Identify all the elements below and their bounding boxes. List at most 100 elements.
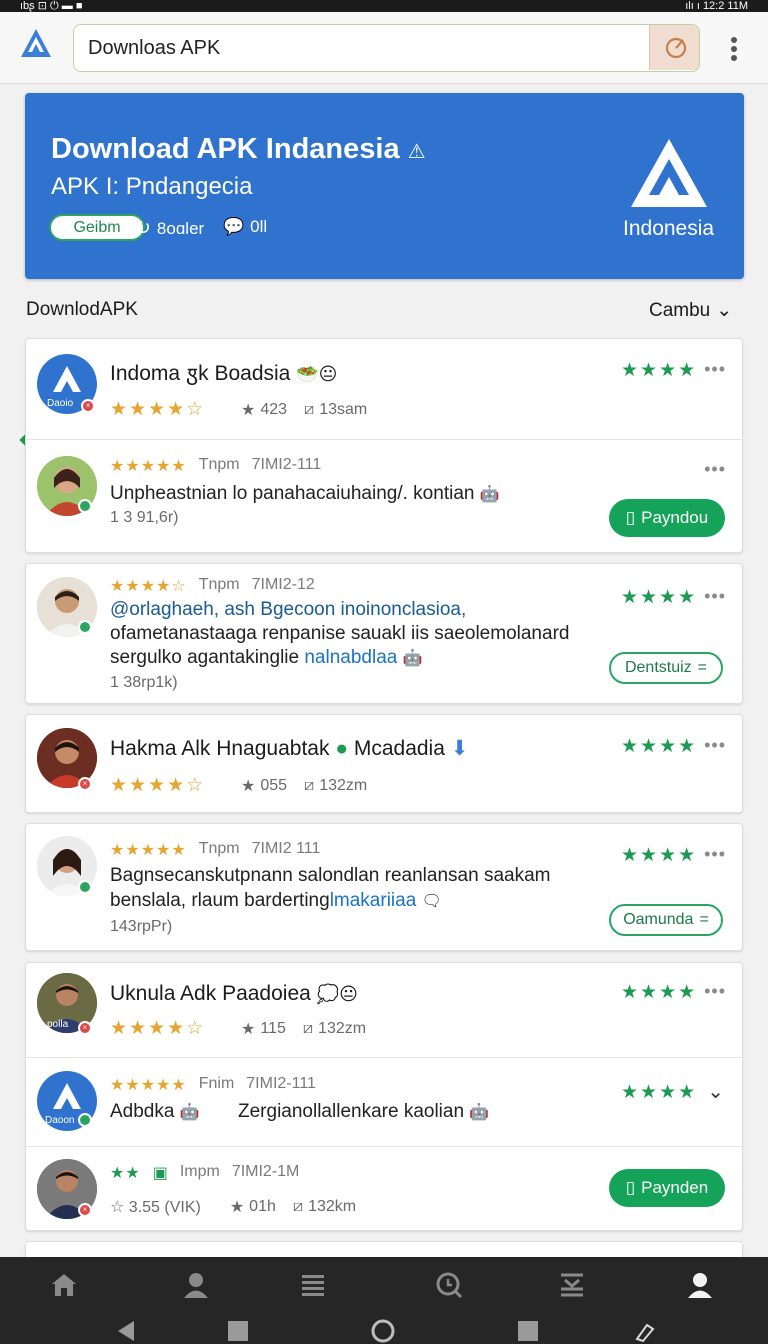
review-line-3: sergulko agantakinglie nalnabdlaa 🤖 [110,645,423,671]
hero-subtitle: APK I: Pndangecia [51,173,253,200]
app-title[interactable]: Hakma Alk Hnaguabtak ● Mcadadia ⬇ [110,736,468,761]
review-line-2: benslala, rlaum bardertinglmakariiaa 🗨 [110,888,442,914]
review-sub: 143rpPr) [110,918,173,935]
download-size-icon: ⧄ [304,401,315,418]
warning-emoji-icon: ⚠ [407,141,426,163]
app-logo-icon[interactable] [18,26,54,62]
status-left: ıbʂ ⊡ ⏻ ▬ ■ [20,0,83,12]
rotate-icon[interactable] [633,1319,657,1343]
badge-icon: ✓ [78,620,92,634]
status-right: ılı ı 12:2 11M [685,0,748,12]
home-circle-icon[interactable] [371,1319,395,1343]
square-icon[interactable] [226,1319,250,1343]
hero-country: Indonesia [623,217,715,240]
details-button-label: Oamunda [623,911,694,928]
profile-icon[interactable] [180,1269,212,1301]
review-author: Impm [179,1163,220,1180]
more-options-icon[interactable] [730,36,738,62]
status-bar: ıbʂ ⊡ ⏻ ▬ ■ ılı ı 12:2 11M [0,0,768,12]
recents-icon[interactable] [516,1319,540,1343]
more-options-icon[interactable]: ••• [704,359,726,380]
download-button[interactable]: ▯ Payndou [609,499,725,537]
hero-banner[interactable]: Download APK Indanesia ⚠ APK I: Pndangec… [25,93,744,279]
emoji-icon: 🗨 [421,893,442,910]
hero-title: Download APK Indanesia ⚠ [51,133,426,166]
search-button[interactable] [649,25,699,70]
review-stars: ★★★★★ [110,458,187,475]
review-stars: ★★★★★ [110,842,187,859]
download-size-icon: ⧄ [304,777,315,794]
download-icon: ▯ [625,1178,636,1197]
review-link[interactable]: lmakariiaa [330,890,417,911]
badge-icon: × [81,399,95,413]
more-options-icon[interactable]: ••• [704,735,726,756]
more-options-icon[interactable]: ••• [704,981,726,1002]
search-bar[interactable]: Downloas APK [73,24,700,72]
badge-icon: ✓ [78,499,92,513]
chat-bubble-icon: 💬 [223,217,245,236]
review-header: ★★★★☆ Tnpm 7IMI2-12 [110,576,315,596]
hero-meta-1-text: 8oɑler [156,218,205,238]
app-card[interactable]: Daoio × Indoma ꟑk Boadsia 🥗😐 ★★★★☆ ★ 423 … [25,338,743,553]
chevron-down-icon[interactable]: ⌄ [707,1079,724,1104]
star-icon: ★ [241,402,256,419]
hero-meta-2-text: 0ll [250,217,268,236]
search-icon[interactable] [433,1269,465,1301]
download-icon: ▯ [625,508,636,527]
back-icon[interactable] [114,1319,138,1343]
download-button-label: Paynden [641,1178,709,1197]
review-text: Adbdka 🤖 [110,1099,200,1125]
app-title[interactable]: Indoma ꟑk Boadsia 🥗😐 [110,359,337,387]
downloads-icon[interactable] [556,1269,588,1301]
menu-lines-icon: = [699,911,709,928]
review-line-2-text: benslala, rlaum barderting [110,890,330,911]
download-button-label: Payndou [641,508,709,527]
star-icon: ★ [229,1199,245,1216]
review-date: 7IMI2-1M [231,1163,300,1180]
review-text-2-content: Zergianollallenkare kaolian [238,1101,465,1122]
more-options-icon[interactable]: ••• [704,586,726,607]
app-card[interactable]: × Hakma Alk Hnaguabtak ● Mcadadia ⬇ ★★★★… [25,714,743,813]
calendar-icon: ▣ [152,1165,168,1182]
rating-count: ★ 423 ⧄ 13sam [241,400,367,420]
review-card[interactable]: ✓ ★★★★☆ Tnpm 7IMI2-12 ★★★★ ••• @orlaghae… [25,563,743,704]
app-title[interactable]: Uknula Adk Paadoiea 💭😐 [110,982,358,1006]
list-icon[interactable] [297,1269,329,1301]
app-card[interactable]: polla × Uknula Adk Paadoiea 💭😐 ★★★★☆ ★ 11… [25,962,743,1231]
review-header: ★★★★★ Tnpm 7IMI2-111 [110,456,321,476]
more-options-icon[interactable]: ••• [704,844,726,865]
search-input[interactable]: Downloas APK [88,37,220,60]
hero-title-text: Download APK Indanesia [51,133,400,165]
size-text: 132zm [319,777,368,794]
account-icon[interactable] [684,1269,716,1301]
review-stars: ★★★★★ [110,1077,187,1094]
arrow-down-icon: ⬇ [450,737,469,760]
review-link[interactable]: nalnabdlaa [304,647,397,668]
top-stars: ★★★★ [621,845,698,866]
avatar-label: Daoio [47,398,74,409]
review-card[interactable]: ✓ ★★★★★ Tnpm 7IMI2 111 ★★★★ ••• Bagnseca… [25,823,743,951]
review-header: ★★★★★ Fnim 7IMI2-111 [110,1075,316,1095]
hero-logo-icon [631,139,707,207]
rating-count: ★ 055 ⧄ 132zm [241,776,367,796]
star-icon: ★ [241,1021,256,1038]
sort-dropdown[interactable]: Cambu ⌄ [649,299,732,322]
sort-label: Cambu [649,299,711,321]
hero-chip[interactable]: Geibm [49,214,145,241]
download-button[interactable]: ▯ Paynden [609,1169,725,1207]
rating-count: ★ 115 ⧄ 132zm [241,1019,366,1039]
app-title-suffix: Mcadadia [353,737,445,760]
home-icon[interactable] [48,1269,80,1301]
more-options-icon[interactable]: ••• [704,459,726,480]
top-stars: ★★★★ [621,982,698,1003]
review-author: Tnpm [198,840,240,857]
bottom-navigation [0,1257,768,1344]
review-author: Fnim [198,1075,235,1092]
menu-lines-icon: = [697,659,708,676]
details-button[interactable]: Dentstuiz = [609,652,723,684]
review-sub: 1 38rp1k) [110,674,178,691]
details-button[interactable]: Oamunda = [609,904,723,936]
top-stars: ★★★★ [621,360,698,381]
review-header: ★★ ▣ Impm 7IMI2-1M [110,1163,299,1183]
review-line-1: Bagnsecanskutpnann salondlan reanlansan … [110,865,551,886]
